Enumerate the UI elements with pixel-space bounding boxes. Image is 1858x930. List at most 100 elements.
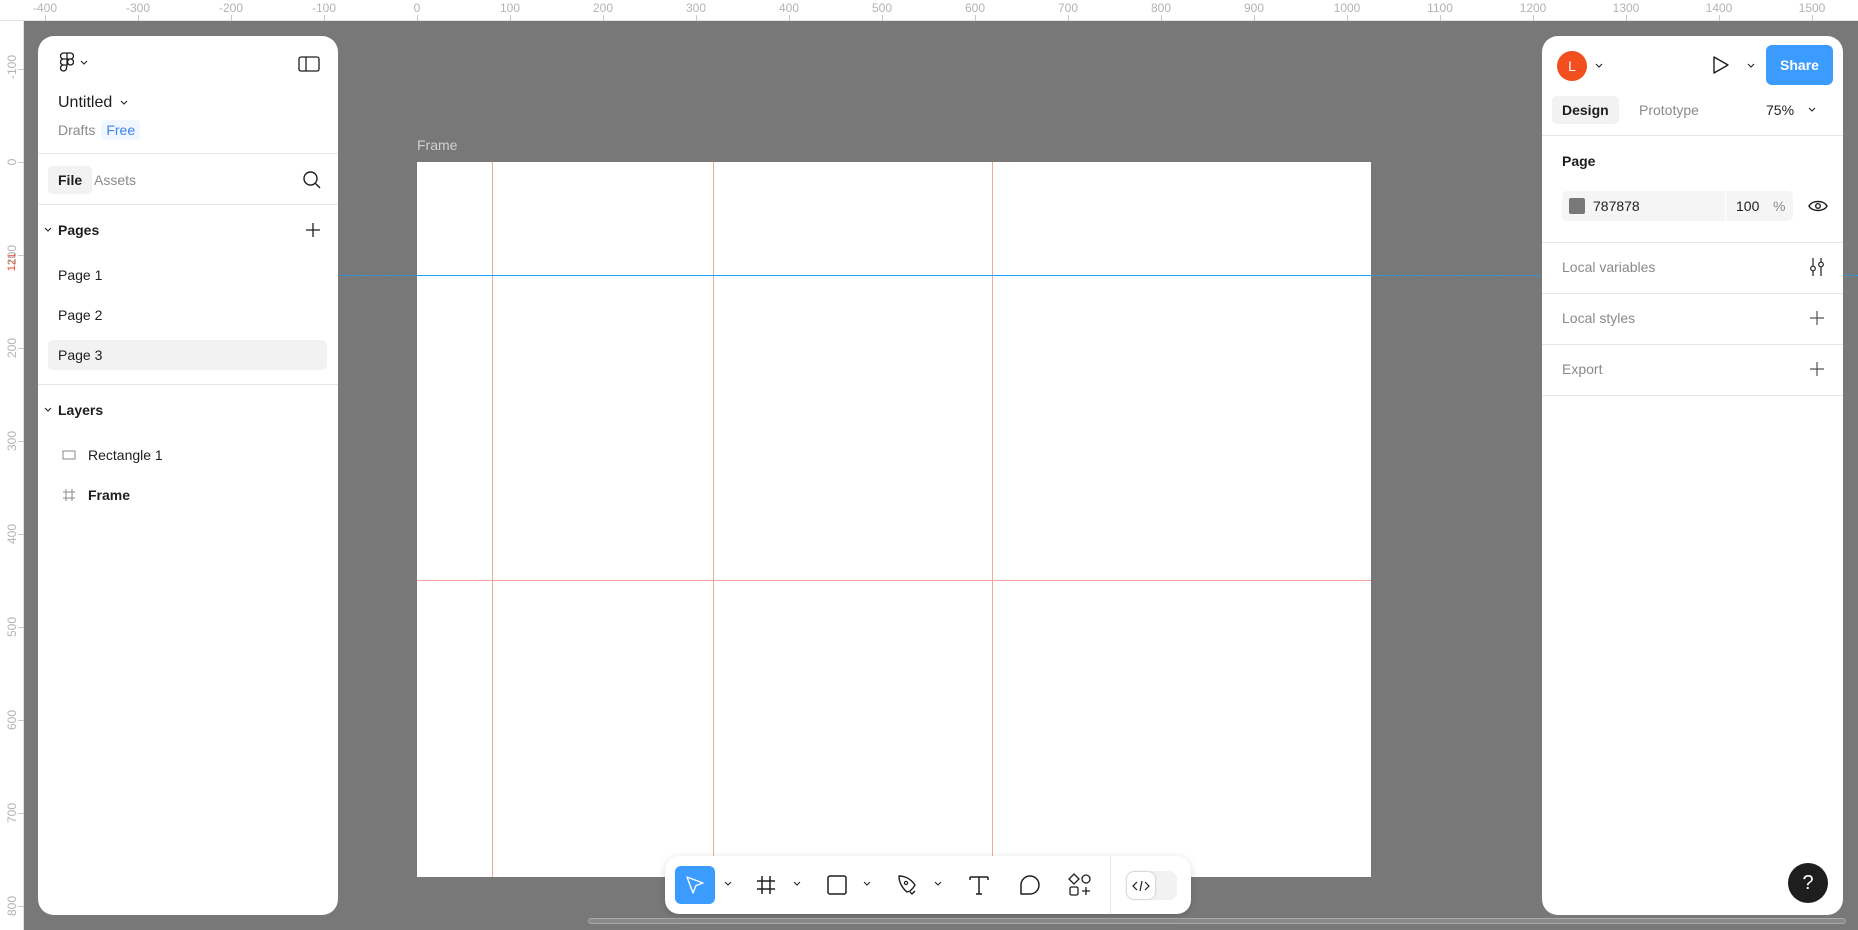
- ruler-label: 100: [499, 1, 521, 15]
- page-item[interactable]: Page 2: [58, 307, 102, 323]
- divider: [1725, 191, 1726, 221]
- ruler-tick: [417, 15, 418, 21]
- tab-prototype[interactable]: Prototype: [1639, 102, 1699, 118]
- ruler-label: -400: [32, 1, 58, 15]
- ruler-tick: [1719, 15, 1720, 21]
- layers-section-toggle[interactable]: Layers: [44, 402, 103, 418]
- text-tool-button[interactable]: [966, 866, 992, 904]
- eye-icon[interactable]: [1808, 198, 1828, 214]
- plan-badge[interactable]: Free: [101, 120, 141, 140]
- ruler-tick: [18, 348, 24, 349]
- comment-tool-button[interactable]: [1017, 866, 1043, 904]
- add-page-icon[interactable]: [305, 222, 321, 238]
- percent-sign: %: [1773, 198, 1786, 214]
- fill-opacity-input[interactable]: 100: [1736, 198, 1759, 214]
- shapes-plus-icon: [1068, 873, 1091, 896]
- pen-tool-button[interactable]: [895, 866, 921, 904]
- divider: [1542, 395, 1843, 396]
- local-variables-label[interactable]: Local variables: [1562, 259, 1655, 275]
- tab-assets[interactable]: Assets: [94, 172, 136, 188]
- rectangle-icon: [62, 450, 76, 460]
- rectangle-icon: [827, 875, 847, 895]
- pages-section-toggle[interactable]: Pages: [44, 222, 99, 238]
- user-menu[interactable]: L: [1557, 51, 1603, 81]
- text-icon: [969, 876, 989, 895]
- selection-guide: [340, 275, 417, 276]
- fill-hex-input[interactable]: 787878: [1593, 198, 1640, 214]
- page-item[interactable]: Page 1: [58, 267, 102, 283]
- ruler-tick: [696, 15, 697, 21]
- main-menu-button[interactable]: [60, 52, 88, 74]
- ruler-tick: [1068, 15, 1069, 21]
- layer-item[interactable]: Frame: [62, 487, 130, 503]
- ruler-tick: [603, 15, 604, 21]
- location-link[interactable]: Drafts: [58, 122, 95, 138]
- actions-tool-button[interactable]: [1067, 866, 1093, 904]
- ruler-tick: [231, 15, 232, 21]
- help-button[interactable]: ?: [1788, 863, 1828, 903]
- bottom-toolbar: [665, 856, 1191, 914]
- tab-design[interactable]: Design: [1552, 96, 1619, 124]
- ruler-label: 400: [5, 523, 19, 544]
- ruler-label: 1000: [1333, 1, 1361, 15]
- chevron-down-icon[interactable]: [1747, 63, 1755, 69]
- chevron-down-icon: [80, 60, 88, 65]
- local-styles-label[interactable]: Local styles: [1562, 310, 1635, 326]
- search-icon[interactable]: [302, 170, 322, 190]
- ruler-tick: [1440, 15, 1441, 21]
- layout-guide: [992, 162, 993, 877]
- tab-file[interactable]: File: [48, 166, 93, 194]
- page-item-selected[interactable]: Page 3: [48, 340, 327, 370]
- chevron-down-icon: [120, 100, 128, 105]
- canvas-frame[interactable]: [417, 162, 1371, 877]
- color-swatch[interactable]: [1569, 198, 1585, 214]
- ruler-tick: [882, 15, 883, 21]
- ruler-tick: [1161, 15, 1162, 21]
- share-button[interactable]: Share: [1766, 45, 1833, 85]
- plus-icon[interactable]: [1809, 310, 1825, 326]
- code-icon: [1132, 880, 1150, 891]
- ruler-tick: [18, 255, 24, 256]
- zoom-dropdown[interactable]: 75%: [1766, 102, 1816, 118]
- horizontal-scrollbar[interactable]: [588, 918, 1846, 924]
- ruler-label: -100: [5, 54, 19, 79]
- cursor-icon: [686, 876, 704, 894]
- plus-icon[interactable]: [1809, 361, 1825, 377]
- chevron-down-icon[interactable]: [932, 878, 944, 890]
- export-label[interactable]: Export: [1562, 361, 1602, 377]
- ruler-label: 300: [5, 430, 19, 451]
- selected-rectangle-line[interactable]: [417, 275, 1371, 276]
- ruler-label: 700: [1057, 1, 1079, 15]
- ruler-label: 400: [778, 1, 800, 15]
- chevron-down-icon: [1808, 107, 1816, 112]
- ruler-label: 1500: [1798, 1, 1826, 15]
- layout-guide: [492, 162, 493, 877]
- layout-guide: [417, 580, 1371, 581]
- toggle-knob: [1127, 872, 1155, 899]
- rectangle-tool-button[interactable]: [824, 866, 850, 904]
- frame-tool-button[interactable]: [753, 866, 779, 904]
- figma-logo-icon: [60, 52, 74, 72]
- ruler-tick: [1533, 15, 1534, 21]
- layers-header: Layers: [58, 402, 104, 418]
- ruler-tick: [1347, 15, 1348, 21]
- present-play-icon[interactable]: [1712, 55, 1730, 75]
- layer-item[interactable]: Rectangle 1: [62, 447, 163, 463]
- left-sidebar: Untitled Drafts Free File Assets Pages P…: [38, 36, 338, 915]
- ruler-tick: [975, 15, 976, 21]
- chevron-down-icon: [1595, 63, 1603, 68]
- chevron-down-icon[interactable]: [722, 878, 734, 890]
- variables-icon[interactable]: [1809, 257, 1825, 277]
- avatar: L: [1557, 51, 1587, 81]
- ruler-label: 600: [964, 1, 986, 15]
- ruler-label: 0: [5, 158, 19, 166]
- dev-mode-toggle[interactable]: [1126, 871, 1177, 900]
- ruler-label: 1300: [1612, 1, 1640, 15]
- chevron-down-icon[interactable]: [861, 878, 873, 890]
- toggle-sidebar-icon[interactable]: [298, 56, 320, 72]
- move-tool-button[interactable]: [675, 866, 715, 904]
- file-name-button[interactable]: Untitled: [58, 94, 128, 112]
- chevron-down-icon[interactable]: [791, 878, 803, 890]
- frame-label[interactable]: Frame: [417, 137, 457, 153]
- ruler-tick: [1254, 15, 1255, 21]
